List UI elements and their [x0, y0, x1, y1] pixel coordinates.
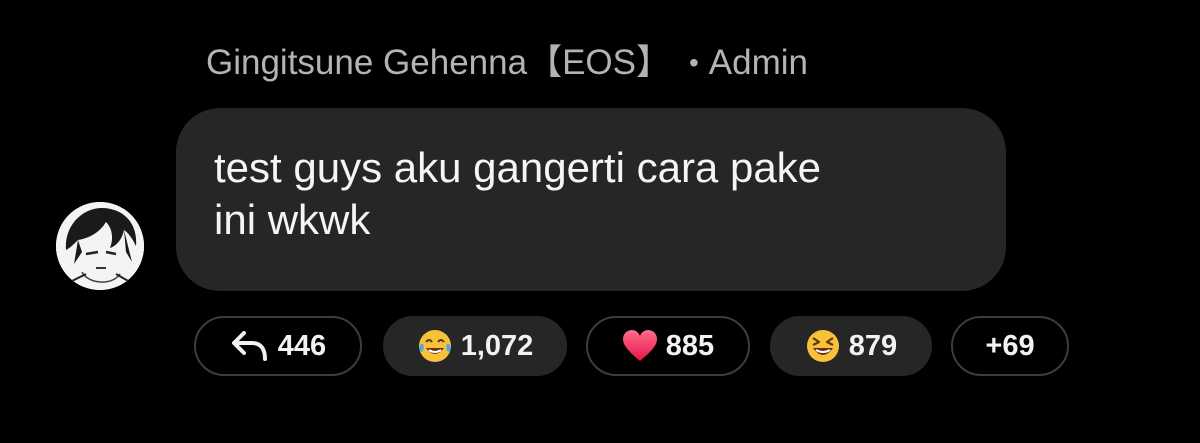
sender-role-badge: Admin — [708, 43, 809, 82]
reply-arrow-icon — [230, 329, 270, 363]
more-reactions-button[interactable]: +69 — [951, 316, 1069, 376]
reaction-grinning-squint-button[interactable]: 879 — [770, 316, 932, 376]
message-bubble[interactable]: test guys aku gangerti cara pake ini wkw… — [176, 108, 1006, 291]
face-with-tears-of-joy-emoji — [417, 328, 453, 364]
reaction-heart-button[interactable]: 885 — [586, 316, 750, 376]
grinning-squinting-face-emoji — [805, 328, 841, 364]
reaction-count: 879 — [848, 329, 898, 362]
more-reactions-count: +69 — [985, 329, 1035, 362]
reaction-count: 885 — [665, 329, 715, 362]
reply-count-button[interactable]: 446 — [194, 316, 362, 376]
message-header: Gingitsune Gehenna【EOS】 • Admin — [206, 40, 808, 88]
separator-dot: • — [688, 47, 699, 78]
avatar[interactable] — [56, 202, 144, 290]
sender-name[interactable]: Gingitsune Gehenna【EOS】 — [206, 43, 671, 82]
reply-count: 446 — [277, 329, 327, 362]
red-heart-emoji — [622, 329, 658, 363]
reaction-count: 1,072 — [460, 329, 534, 362]
message-text: test guys aku gangerti cara pake ini wkw… — [214, 144, 822, 243]
reaction-tears-of-joy-button[interactable]: 1,072 — [383, 316, 567, 376]
avatar-illustration-icon — [56, 202, 144, 290]
